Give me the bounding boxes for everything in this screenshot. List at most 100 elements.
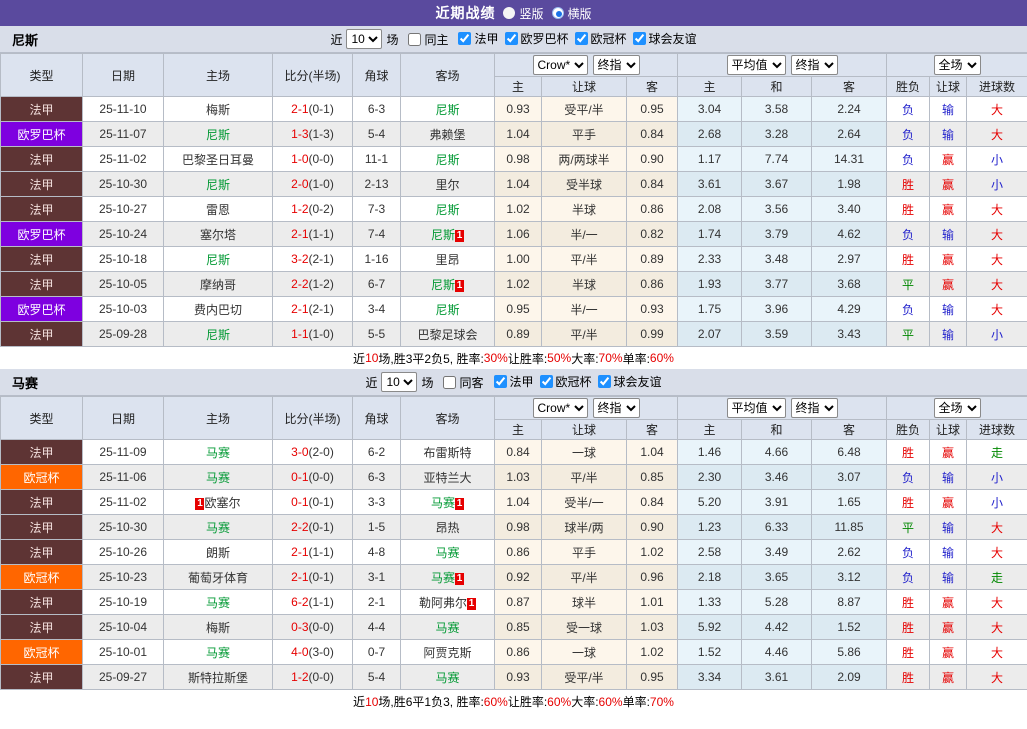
- league-checkbox[interactable]: [504, 32, 518, 45]
- league-filter-球会友谊[interactable]: 球会友谊: [627, 30, 697, 47]
- score-cell: 1-2(0-0): [272, 664, 353, 690]
- column-header: 比分(半场): [272, 396, 353, 440]
- league-filter-球会友谊[interactable]: 球会友谊: [592, 373, 662, 390]
- league-cell: 法甲: [0, 196, 83, 222]
- away-team-cell: 马赛: [400, 539, 495, 565]
- odds-home: 1.17: [677, 146, 742, 172]
- handicap-line: 一球: [541, 639, 627, 665]
- same-venue-option[interactable]: 同主: [402, 31, 448, 48]
- same-venue-checkbox[interactable]: [408, 32, 422, 46]
- handicap-away-odds: 1.04: [626, 439, 678, 465]
- sub-column-header: 主: [494, 76, 542, 97]
- europe-odds-header-group: 平均值 终指: [676, 53, 888, 77]
- score-cell: 2-1(0-1): [272, 96, 353, 122]
- odds-stage-select[interactable]: 终指: [790, 55, 838, 75]
- home-team-cell: 巴黎圣日耳曼: [163, 146, 273, 172]
- match-count-select[interactable]: 10: [381, 372, 418, 392]
- score-cell: 2-2(1-2): [272, 271, 353, 297]
- league-filter-法甲[interactable]: 法甲: [452, 30, 499, 47]
- result-cell: 负: [886, 539, 931, 565]
- away-team-cell: 里尔: [400, 171, 495, 197]
- scope-select[interactable]: 全场: [933, 398, 981, 418]
- halftime-score: (0-1): [308, 102, 334, 116]
- handicap-line: 球半/两: [541, 514, 627, 540]
- match-count-select[interactable]: 10: [346, 29, 383, 49]
- filter-bar-marseille: 马赛 近 10 场 同客 法甲 欧冠杯 球会友谊: [0, 369, 1027, 396]
- league-checkbox[interactable]: [597, 375, 611, 388]
- team-label: 马赛: [435, 545, 460, 560]
- league-filter-欧罗巴杯[interactable]: 欧罗巴杯: [499, 30, 569, 47]
- date-cell: 25-10-30: [82, 171, 164, 197]
- summary-segment: 70%: [649, 694, 674, 709]
- handicap-result-cell: 赢: [929, 196, 968, 222]
- odds-stage-select[interactable]: 终指: [790, 398, 838, 418]
- league-checkbox[interactable]: [458, 32, 472, 45]
- date-cell: 25-10-03: [82, 296, 164, 322]
- table-row: 法甲 25-11-02 1 欧塞尔 0-1(0-1) 3-3 马赛 1 1.04 受半/一 0.84…: [0, 489, 1027, 515]
- league-checkbox[interactable]: [574, 32, 588, 45]
- average-select[interactable]: 平均值: [726, 398, 786, 418]
- goals-result-cell: 走: [966, 564, 1027, 590]
- odds-draw: 3.46: [741, 464, 812, 490]
- same-venue-option[interactable]: 同客: [437, 374, 484, 391]
- league-filter-欧冠杯[interactable]: 欧冠杯: [569, 30, 627, 47]
- summary-segment: 单率:: [622, 695, 650, 709]
- date-cell: 25-10-24: [82, 221, 164, 247]
- score-cell: 4-0(3-0): [272, 639, 353, 665]
- europe-odds-header-group: 平均值 终指: [676, 396, 888, 420]
- date-cell: 25-11-02: [82, 146, 164, 172]
- halftime-score: (1-1): [308, 595, 334, 609]
- table-row: 法甲 25-10-04 梅斯 0-3(0-0) 4-4 马赛 0.85 受一球 1.03 5.92…: [0, 614, 1027, 640]
- date-cell: 25-10-04: [82, 614, 164, 640]
- away-team-cell: 勒阿弗尔 1: [400, 589, 495, 615]
- goals-result-cell: 大: [966, 196, 1027, 222]
- league-cell: 法甲: [0, 146, 83, 172]
- corner-cell: 6-3: [352, 96, 401, 122]
- bookmaker-select[interactable]: Crow*: [532, 55, 588, 75]
- red-card-badge: 1: [467, 597, 476, 610]
- odds-stage-select[interactable]: 终指: [592, 55, 640, 75]
- team-label: 勒阿弗尔: [418, 595, 467, 610]
- horizontal-radio-icon[interactable]: [551, 7, 564, 19]
- league-cell: 法甲: [0, 664, 83, 690]
- league-filter-欧冠杯[interactable]: 欧冠杯: [534, 373, 592, 390]
- result-cell: 平: [886, 271, 931, 297]
- team-label: 欧塞尔: [204, 495, 241, 510]
- table-row: 欧冠杯 25-11-06 马赛 0-1(0-0) 6-3 亚特兰大 1.03 平/半 0.85 2…: [0, 464, 1027, 490]
- league-checkbox[interactable]: [493, 375, 507, 388]
- handicap-home-odds: 0.93: [494, 664, 542, 690]
- table-row: 欧罗巴杯 25-10-03 费内巴切 2-1(2-1) 3-4 尼斯 0.95 半/一 0.93…: [0, 296, 1027, 322]
- table-row: 法甲 25-10-05 摩纳哥 2-2(1-2) 6-7 尼斯 1 1.02 半球 0.86 1.9…: [0, 271, 1027, 297]
- date-cell: 25-11-07: [82, 121, 164, 147]
- league-cell: 法甲: [0, 171, 83, 197]
- fulltime-score: 6-2: [291, 595, 309, 609]
- date-cell: 25-10-01: [82, 639, 164, 665]
- average-select[interactable]: 平均值: [726, 55, 786, 75]
- same-venue-checkbox[interactable]: [443, 375, 457, 389]
- odds-stage-select[interactable]: 终指: [592, 398, 640, 418]
- corner-cell: 6-7: [352, 271, 401, 297]
- league-checkbox[interactable]: [539, 375, 553, 388]
- score-cell: 1-0(0-0): [272, 146, 353, 172]
- odds-draw: 3.48: [741, 246, 812, 272]
- vertical-radio-icon[interactable]: [503, 7, 516, 19]
- layout-option-horizontal[interactable]: 横版: [551, 5, 592, 22]
- handicap-home-odds: 0.95: [494, 296, 542, 322]
- scope-select[interactable]: 全场: [933, 55, 981, 75]
- summary-segment: 30%: [483, 351, 508, 365]
- league-checkbox[interactable]: [632, 32, 646, 45]
- league-filter-法甲[interactable]: 法甲: [488, 373, 534, 390]
- team-label: 里尔: [435, 177, 460, 192]
- date-cell: 25-10-19: [82, 589, 164, 615]
- sub-column-header: 主: [494, 419, 542, 440]
- result-cell: 胜: [886, 639, 931, 665]
- league-cell: 法甲: [0, 271, 83, 297]
- sub-column-header: 和: [741, 419, 812, 440]
- date-cell: 25-10-27: [82, 196, 164, 222]
- bookmaker-select[interactable]: Crow*: [532, 398, 588, 418]
- layout-option-vertical[interactable]: 竖版: [503, 5, 544, 22]
- result-cell: 胜: [886, 246, 931, 272]
- result-cell: 胜: [886, 664, 931, 690]
- column-header: 客场: [400, 53, 495, 97]
- league-cell: 法甲: [0, 96, 83, 122]
